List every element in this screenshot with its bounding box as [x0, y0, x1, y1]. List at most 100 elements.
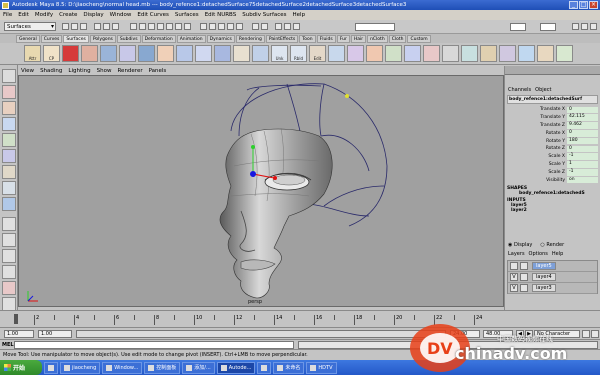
channel-row[interactable]: Translate Z 9.462 [507, 122, 598, 130]
menu-edit-nurbs[interactable]: Edit NURBS [205, 12, 237, 18]
select-dynamics-icon[interactable] [175, 23, 182, 30]
menu-create[interactable]: Create [59, 12, 77, 18]
auto-key-button[interactable] [582, 330, 590, 338]
save-scene-icon[interactable] [80, 23, 87, 30]
menu-surfaces[interactable]: Surfaces [175, 12, 199, 18]
menu-modify[interactable]: Modify [35, 12, 53, 18]
make-live-icon[interactable] [236, 23, 243, 30]
lasso-tool-icon[interactable] [2, 85, 16, 99]
shelf-fillet-icon[interactable] [537, 45, 554, 62]
task-autodesk-maya[interactable]: Autode... [216, 361, 256, 374]
range-end-field[interactable]: 24.00 [450, 330, 480, 338]
select-surfaces-icon[interactable] [157, 23, 164, 30]
shelf-untrim-icon[interactable] [480, 45, 497, 62]
panel-menu-show[interactable]: Show [97, 68, 112, 74]
shelf-stitch-icon[interactable] [499, 45, 516, 62]
channel-row[interactable]: Rotate X0 [507, 129, 598, 137]
shape-node-name[interactable]: body_refence1:detachedS [505, 191, 600, 196]
current-frame-marker[interactable] [14, 314, 18, 324]
hypershade-layout-icon[interactable] [2, 281, 16, 295]
channel-row[interactable]: Visibility on [507, 176, 598, 184]
shelf-revolve-icon[interactable] [233, 45, 250, 62]
range-start-field[interactable]: 1.00 [4, 330, 34, 338]
xform-field-x[interactable] [510, 23, 526, 31]
layer-menu-layers[interactable]: Layers [508, 251, 525, 257]
layer-type-toggle[interactable] [520, 284, 528, 292]
panel-menu-shading[interactable]: Shading [40, 68, 62, 74]
tab-cloth[interactable]: Cloth [388, 34, 407, 43]
tab-general[interactable]: General [16, 34, 40, 43]
tab-fur[interactable]: Fur [336, 34, 350, 43]
soft-mod-tool-icon[interactable] [2, 181, 16, 195]
history-icon[interactable] [261, 23, 268, 30]
persp-outliner-layout-icon[interactable] [2, 249, 16, 263]
panel-menu-lighting[interactable]: Lighting [68, 68, 90, 74]
task-window[interactable]: Window... [102, 361, 143, 374]
shelf-boundary-icon[interactable] [366, 45, 383, 62]
move-tool-icon[interactable] [2, 117, 16, 131]
shelf-trim-icon[interactable] [461, 45, 478, 62]
input-output-icon[interactable] [252, 23, 259, 30]
layer-menu-options[interactable]: Options [529, 251, 548, 257]
shelf-unk-icon[interactable]: Unk [271, 45, 288, 62]
render-globals-icon[interactable] [293, 23, 300, 30]
channel-box-menu-channels[interactable]: Channels [508, 87, 531, 93]
show-channel-box-icon[interactable] [590, 23, 597, 30]
layer-row[interactable]: V layer3 [508, 283, 597, 294]
channel-row[interactable]: Rotate Z0 [507, 145, 598, 153]
layer-type-toggle[interactable] [520, 273, 528, 281]
current-frame-field[interactable]: 1.00 [38, 330, 72, 338]
close-button[interactable]: × [589, 1, 598, 9]
select-deformations-icon[interactable] [166, 23, 173, 30]
display-layer-radio[interactable]: ◉ Display [508, 242, 532, 248]
menu-window[interactable]: Window [110, 12, 132, 18]
select-rendering-icon[interactable] [184, 23, 191, 30]
snap-view-plane-icon[interactable] [227, 23, 234, 30]
task-jiaocheng[interactable]: jiaocheng [60, 361, 101, 374]
range-bar[interactable] [76, 330, 446, 338]
shelf-loft-icon[interactable] [214, 45, 231, 62]
layer-row[interactable]: layer5 [508, 261, 597, 272]
channel-box-node-name[interactable]: body_refence1:detachedSurf [507, 95, 598, 104]
select-handles-icon[interactable] [130, 23, 137, 30]
channel-row[interactable]: Scale Y1 [507, 161, 598, 169]
tab-animation[interactable]: Animation [176, 34, 206, 43]
shelf-offset-icon[interactable] [556, 45, 573, 62]
tab-polygons[interactable]: Polygons [89, 34, 116, 43]
task-add-remove[interactable]: 添加/... [182, 361, 215, 374]
layer-name[interactable]: layer5 [532, 262, 556, 270]
layer-name[interactable]: layer4 [532, 273, 556, 281]
panel-menu-view[interactable]: View [21, 68, 34, 74]
channel-row[interactable]: Rotate Y 180 [507, 137, 598, 145]
render-layer-radio[interactable]: ○ Render [540, 242, 564, 248]
select-curves-icon[interactable] [148, 23, 155, 30]
layer-visibility-toggle[interactable] [510, 262, 518, 270]
select-hierarchy-icon[interactable] [94, 23, 101, 30]
manipulator-tool-icon[interactable] [2, 165, 16, 179]
layer-type-toggle[interactable] [520, 262, 528, 270]
shelf-edit-icon[interactable]: Edit [309, 45, 326, 62]
snap-point-icon[interactable] [218, 23, 225, 30]
layer-menu-help[interactable]: Help [552, 251, 563, 257]
tab-ncloth[interactable]: nCloth [367, 34, 388, 43]
select-object-icon[interactable] [103, 23, 110, 30]
perspective-viewport[interactable]: persp [18, 75, 504, 307]
new-scene-icon[interactable] [62, 23, 69, 30]
shelf-planar-icon[interactable] [252, 45, 269, 62]
layer-visibility-toggle[interactable]: V [510, 284, 518, 292]
render-current-frame-icon[interactable] [275, 23, 282, 30]
shelf-bevel-icon[interactable] [404, 45, 421, 62]
menu-file[interactable]: File [3, 12, 12, 18]
show-attribute-editor-icon[interactable] [572, 23, 579, 30]
task-control-panel[interactable]: 控制面板 [144, 361, 181, 374]
task-hdtv[interactable]: HDTV [306, 361, 337, 374]
layer-visibility-toggle[interactable]: V [510, 273, 518, 281]
menu-subdiv-surfaces[interactable]: Subdiv Surfaces [242, 12, 286, 18]
menu-edit-curves[interactable]: Edit Curves [137, 12, 169, 18]
channel-row[interactable]: Scale Z -1 [507, 168, 598, 176]
shelf-attach-icon[interactable] [81, 45, 98, 62]
command-input[interactable] [14, 341, 294, 349]
tab-curves[interactable]: Curves [40, 34, 63, 43]
tab-hair[interactable]: Hair [350, 34, 367, 43]
snap-curve-icon[interactable] [209, 23, 216, 30]
